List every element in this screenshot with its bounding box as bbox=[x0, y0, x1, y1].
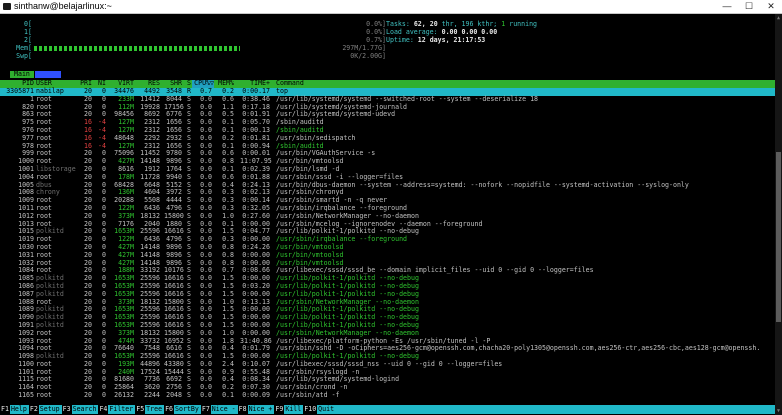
tab-io[interactable]: I/O bbox=[34, 71, 61, 78]
cpu-meter-0: 0[ 0.0%] bbox=[6, 20, 386, 29]
fkey-nice[interactable]: F7 Nice - bbox=[200, 405, 238, 414]
function-key-bar: F1 Help F2 Setup F3 Search F4 Filter F5 Tree F6 Sor… bbox=[0, 405, 775, 414]
process-row[interactable]: 1005 dbus 20 0 68428 6648 5152 S 0.0 0.4 0:24.13/u… bbox=[0, 181, 775, 190]
window-controls: — ☐ ✕ bbox=[716, 0, 782, 13]
scroll-down-arrow-icon[interactable]: ▼ bbox=[775, 408, 782, 414]
process-virt: 26132 bbox=[114, 391, 134, 400]
process-list: 3305871 nabilap 20 0 34476 4492 3548 R 0.7 0.2 0:0… bbox=[0, 87, 775, 400]
process-res: 2244 bbox=[144, 391, 160, 400]
mem-meter: Mem[ 297M/1.77G] bbox=[6, 44, 386, 53]
fkey-label: Tree bbox=[146, 405, 163, 413]
fkey-key: F8 bbox=[237, 405, 248, 414]
fkey-label: SortBy bbox=[175, 405, 199, 413]
fkey-kill[interactable]: F9 Kill bbox=[274, 405, 303, 414]
stats-panel: Tasks: 62, 20 thr, 196 kthr; 1 running L… bbox=[386, 20, 537, 45]
fkey-sortby[interactable]: F6 SortBy bbox=[164, 405, 201, 414]
tab-main[interactable]: Main bbox=[10, 71, 34, 78]
process-row[interactable]: 1165 root 20 0 26132 2244 2048 S 0.0 0.1 0:00.09/u… bbox=[0, 391, 775, 400]
fkey-key: F10 bbox=[303, 405, 318, 414]
fkey-key: F1 bbox=[0, 405, 10, 414]
fkey-key: F6 bbox=[164, 405, 175, 414]
cpu-meter-2: 2[ 0.7%] bbox=[6, 36, 386, 45]
scroll-up-arrow-icon[interactable]: ▲ bbox=[775, 15, 782, 21]
process-row[interactable]: 1019 root 20 0 122M 6436 4796 S 0.0 0.3 0:00.00/us… bbox=[0, 235, 775, 244]
fkey-label: Help bbox=[10, 405, 27, 413]
swap-meter-value: 0K/2.00G] bbox=[350, 52, 386, 60]
fkey-label: Kill bbox=[285, 405, 302, 413]
process-cpu: 0.0 bbox=[200, 391, 212, 400]
uptime-line: Uptime: 12 days, 21:17:53 bbox=[386, 36, 486, 44]
fkey-label: Nice + bbox=[248, 405, 273, 413]
vertical-scrollbar[interactable]: ▲ ▼ bbox=[775, 14, 782, 415]
fkey-tree[interactable]: F5 Tree bbox=[135, 405, 164, 414]
process-row[interactable]: 1030 root 20 0 427M 14148 9896 S 0.0 0.8 0:24.26/u… bbox=[0, 243, 775, 252]
process-row[interactable]: 863 root 20 0 98456 8692 6776 S 0.0 0.5 0:01.91/us… bbox=[0, 111, 775, 119]
process-shr: 2048 bbox=[166, 391, 182, 400]
window-title: sinthanw@belajarlinux:~ bbox=[14, 1, 112, 11]
window-titlebar: sinthanw@belajarlinux:~ — ☐ ✕ bbox=[0, 0, 782, 14]
process-time: 0:00.09 bbox=[242, 391, 270, 400]
fkey-key: F7 bbox=[200, 405, 211, 414]
fkey-label: Search bbox=[72, 405, 97, 413]
process-pid: 3305871 bbox=[6, 87, 34, 95]
fkey-label: Nice - bbox=[211, 405, 236, 413]
minimize-button[interactable]: — bbox=[716, 0, 738, 13]
fkey-key: F2 bbox=[28, 405, 39, 414]
mem-meter-bar bbox=[34, 46, 240, 51]
process-row[interactable]: 975 root 16 -4 127M 2312 1656 S 0.0 0.1 0:05.70/sb… bbox=[0, 118, 775, 127]
swap-meter-label: Swp[ bbox=[16, 52, 32, 60]
process-row[interactable]: 1100 root 20 0 193M 44896 43380 S 0.0 2.4 0:10.07/… bbox=[0, 360, 775, 369]
process-mem: 0.1 bbox=[222, 391, 234, 400]
terminal-app-icon bbox=[3, 3, 11, 10]
process-row[interactable]: 1031 root 20 0 427M 14148 9896 S 0.0 0.8 0:00.00/u… bbox=[0, 251, 775, 260]
fkey-key: F3 bbox=[61, 405, 72, 414]
fkey-key: F9 bbox=[274, 405, 285, 414]
scrollbar-thumb[interactable] bbox=[776, 152, 781, 322]
fkey-quit[interactable]: F10 Quit bbox=[303, 405, 336, 414]
process-command: /usr/sbin/atd -f bbox=[276, 391, 340, 400]
process-row[interactable]: 999 root 20 0 75096 11452 9780 S 0.0 0.6 0:00.01/u… bbox=[0, 150, 775, 158]
fkey-nice[interactable]: F8 Nice + bbox=[237, 405, 275, 414]
fkey-label: Filter bbox=[109, 405, 134, 413]
maximize-button[interactable]: ☐ bbox=[738, 0, 760, 13]
fkey-search[interactable]: F3 Search bbox=[61, 405, 99, 414]
process-user: root bbox=[36, 391, 52, 400]
fkey-label: Quit bbox=[318, 405, 335, 413]
process-pid: 1165 bbox=[18, 391, 34, 400]
process-row[interactable]: 977 root 16 -4 48648 2292 2932 S 0.0 0.2 0:01.81/u… bbox=[0, 134, 775, 143]
process-nice: 0 bbox=[102, 391, 106, 400]
screen-tabs: Main I/O bbox=[10, 71, 61, 79]
swap-meter: Swp[ 0K/2.00G] bbox=[6, 52, 386, 61]
fkey-help[interactable]: F1 Help bbox=[0, 405, 29, 414]
fkey-filter[interactable]: F4 Filter bbox=[98, 405, 135, 414]
fkey-key: F5 bbox=[135, 405, 146, 414]
process-state: S bbox=[187, 391, 191, 400]
fkey-setup[interactable]: F2 Setup bbox=[28, 405, 62, 414]
fkey-key: F4 bbox=[98, 405, 109, 414]
close-button[interactable]: ✕ bbox=[760, 0, 782, 13]
cpu-meter-1: 1[ 0.0%] bbox=[6, 28, 386, 37]
process-priority: 20 bbox=[84, 391, 92, 400]
process-row[interactable]: 1000 root 20 0 427M 14148 9896 S 0.0 0.8 11:07.95/… bbox=[0, 157, 775, 166]
fkey-label: Setup bbox=[39, 405, 60, 413]
